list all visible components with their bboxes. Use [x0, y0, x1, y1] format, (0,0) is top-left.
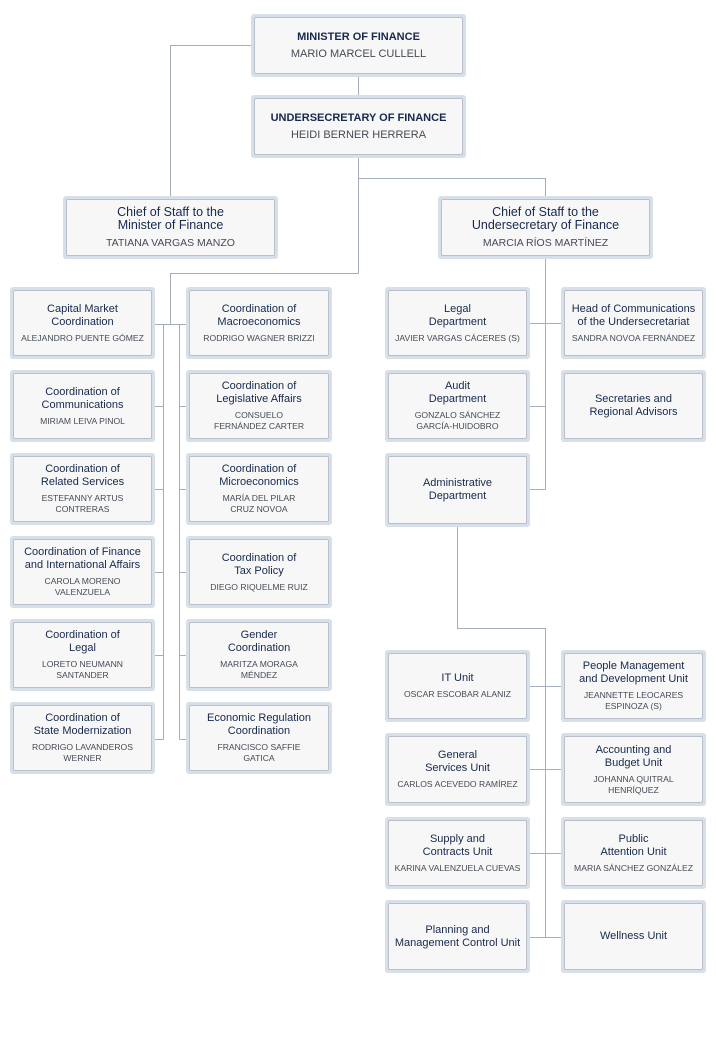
unit-title: Administrative Department	[422, 477, 493, 502]
unit-title: Public Attention Unit	[600, 832, 667, 858]
person-name: LORETO NEUMANN SANTANDER	[41, 659, 123, 680]
unit-title: Coordination of Microeconomics	[219, 463, 299, 488]
person-name: ESTEFANNY ARTUS CONTRERAS	[41, 493, 124, 514]
person-name: JAVIER VARGAS CÁCERES (S)	[395, 332, 520, 343]
unit-title: Coordination of Tax Policy	[221, 551, 297, 577]
unit-title: Head of Communications of the Undersecre…	[571, 302, 696, 328]
org-unit-box[interactable]: Planning and Management Control Unit	[385, 900, 530, 973]
person-name: MARIO MARCEL CULLELL	[290, 47, 427, 60]
minister-box[interactable]: MINISTER OF FINANCE MARIO MARCEL CULLELL	[251, 14, 466, 77]
unit-title: Supply and Contracts Unit	[422, 832, 493, 858]
connector	[170, 45, 254, 198]
person-name: MARÍA DEL PILAR CRUZ NOVOA	[222, 493, 296, 514]
person-name: RODRIGO WAGNER BRIZZI	[203, 332, 315, 343]
unit-title: Capital Market Coordination	[47, 302, 118, 328]
org-unit-box[interactable]: Administrative Department	[385, 453, 530, 527]
unit-title: Wellness Unit	[599, 930, 668, 942]
chief-of-staff-minister-box[interactable]: Chief of Staff to the Minister of Financ…	[63, 196, 278, 259]
unit-title: Accounting and Budget Unit	[595, 743, 672, 769]
org-unit-box[interactable]: Secretaries and Regional Advisors	[561, 370, 706, 442]
org-unit-box[interactable]: Accounting and Budget Unit JOHANNA QUITRA…	[561, 733, 706, 806]
person-name: OSCAR ESCOBAR ALANIZ	[404, 689, 511, 699]
position-title: MINISTER OF FINANCE	[297, 30, 420, 43]
org-unit-box[interactable]: Audit Department GONZALO SÁNCHEZ GARCÍA-H…	[385, 370, 530, 442]
unit-title: Legal Department	[428, 302, 487, 328]
org-unit-box[interactable]: Public Attention Unit MARIA SÁNCHEZ GONZÁ…	[561, 817, 706, 889]
person-name: HEIDI BERNER HERRERA	[290, 128, 427, 141]
person-name: ALEJANDRO PUENTE GÓMEZ	[21, 332, 144, 343]
person-name: CARLOS ACEVEDO RAMÍREZ	[397, 779, 518, 789]
unit-title: Audit Department	[428, 380, 487, 405]
unit-title: Secretaries and Regional Advisors	[589, 393, 678, 418]
unit-title: IT Unit	[441, 672, 474, 684]
org-unit-box[interactable]: Coordination of Tax Policy DIEGO RIQUELME…	[186, 536, 332, 608]
org-unit-box[interactable]: Coordination of Communications MIRIAM LEI…	[10, 370, 155, 442]
org-unit-box[interactable]: Capital Market Coordination ALEJANDRO PUE…	[10, 287, 155, 359]
person-name: GONZALO SÁNCHEZ GARCÍA-HUIDOBRO	[414, 410, 501, 431]
person-name: CAROLA MORENO VALENZUELA	[44, 576, 121, 597]
person-name: JEANNETTE LEOCARES ESPINOZA (S)	[583, 690, 684, 711]
org-unit-box[interactable]: Supply and Contracts Unit KARINA VALENZUE…	[385, 817, 530, 889]
org-unit-box[interactable]: Coordination of State Modernization RODRI…	[10, 702, 155, 774]
org-unit-box[interactable]: Legal Department JAVIER VARGAS CÁCERES (S…	[385, 287, 530, 359]
unit-title: Coordination of Macroeconomics	[217, 302, 301, 328]
position-title: Chief of Staff to the Minister of Financ…	[117, 204, 224, 232]
person-name: TATIANA VARGAS MANZO	[106, 236, 235, 249]
unit-title: Coordination of Legislative Affairs	[216, 380, 302, 405]
unit-title: Coordination of State Modernization	[33, 712, 132, 737]
org-unit-box[interactable]: Coordination of Legislative Affairs CONSU…	[186, 370, 332, 442]
org-unit-box[interactable]: Coordination of Finance and Internationa…	[10, 536, 155, 608]
org-unit-box[interactable]: General Services Unit CARLOS ACEVEDO RAMÍ…	[385, 733, 530, 806]
unit-title: Economic Regulation Coordination	[207, 712, 311, 737]
unit-title: Coordination of Communications	[41, 385, 124, 411]
person-name: JOHANNA QUITRAL HENRÍQUEZ	[593, 773, 674, 795]
org-unit-box[interactable]: Coordination of Related Services ESTEFANN…	[10, 453, 155, 525]
org-unit-box[interactable]: Coordination of Legal LORETO NEUMANN SANT…	[10, 619, 155, 691]
position-title: UNDERSECRETARY OF FINANCE	[270, 111, 447, 124]
connector-lines	[152, 45, 565, 938]
org-unit-box[interactable]: People Management and Development Unit JE…	[561, 650, 706, 722]
unit-title: Coordination of Related Services	[40, 463, 125, 488]
org-unit-box[interactable]: Coordination of Macroeconomics RODRIGO WA…	[186, 287, 332, 359]
unit-title: Coordination of Legal	[45, 629, 120, 654]
person-name: MARIA SÁNCHEZ GONZÁLEZ	[574, 862, 693, 873]
org-unit-box[interactable]: Wellness Unit	[561, 900, 706, 973]
org-unit-box[interactable]: Gender Coordination MARITZA MORAGA MÉNDEZ	[186, 619, 332, 691]
org-unit-box[interactable]: Coordination of Microeconomics MARÍA DEL …	[186, 453, 332, 525]
person-name: SANDRA NOVOA FERNÁNDEZ	[571, 332, 696, 343]
person-name: KARINA VALENZUELA CUEVAS	[394, 862, 521, 873]
person-name: MARITZA MORAGA MÉNDEZ	[220, 659, 298, 680]
person-name: MARCIA RÍOS MARTÍNEZ	[482, 236, 609, 249]
chief-of-staff-undersecretary-box[interactable]: Chief of Staff to the Undersecretary of …	[438, 196, 653, 259]
undersecretary-box[interactable]: UNDERSECRETARY OF FINANCE HEIDI BERNER HE…	[251, 95, 466, 158]
org-unit-box[interactable]: IT Unit OSCAR ESCOBAR ALANIZ	[385, 650, 530, 722]
position-title: Chief of Staff to the Undersecretary of …	[471, 204, 620, 232]
person-name: CONSUELO FERNÁNDEZ CARTER	[213, 410, 305, 431]
unit-title: Gender Coordination	[227, 629, 291, 654]
person-name: MIRIAM LEIVA PINOL	[40, 415, 125, 426]
person-name: DIEGO RIQUELME RUIZ	[210, 581, 308, 592]
org-unit-box[interactable]: Head of Communications of the Undersecre…	[561, 287, 706, 359]
person-name: FRANCISCO SAFFIE GATICA	[217, 742, 301, 763]
unit-title: General Services Unit	[425, 749, 490, 774]
unit-title: Planning and Management Control Unit	[394, 923, 521, 949]
unit-title: Coordination of Finance and Internationa…	[24, 546, 141, 571]
person-name: RODRIGO LAVANDEROS WERNER	[32, 742, 133, 763]
unit-title: People Management and Development Unit	[579, 660, 688, 685]
org-unit-box[interactable]: Economic Regulation Coordination FRANCISC…	[186, 702, 332, 774]
